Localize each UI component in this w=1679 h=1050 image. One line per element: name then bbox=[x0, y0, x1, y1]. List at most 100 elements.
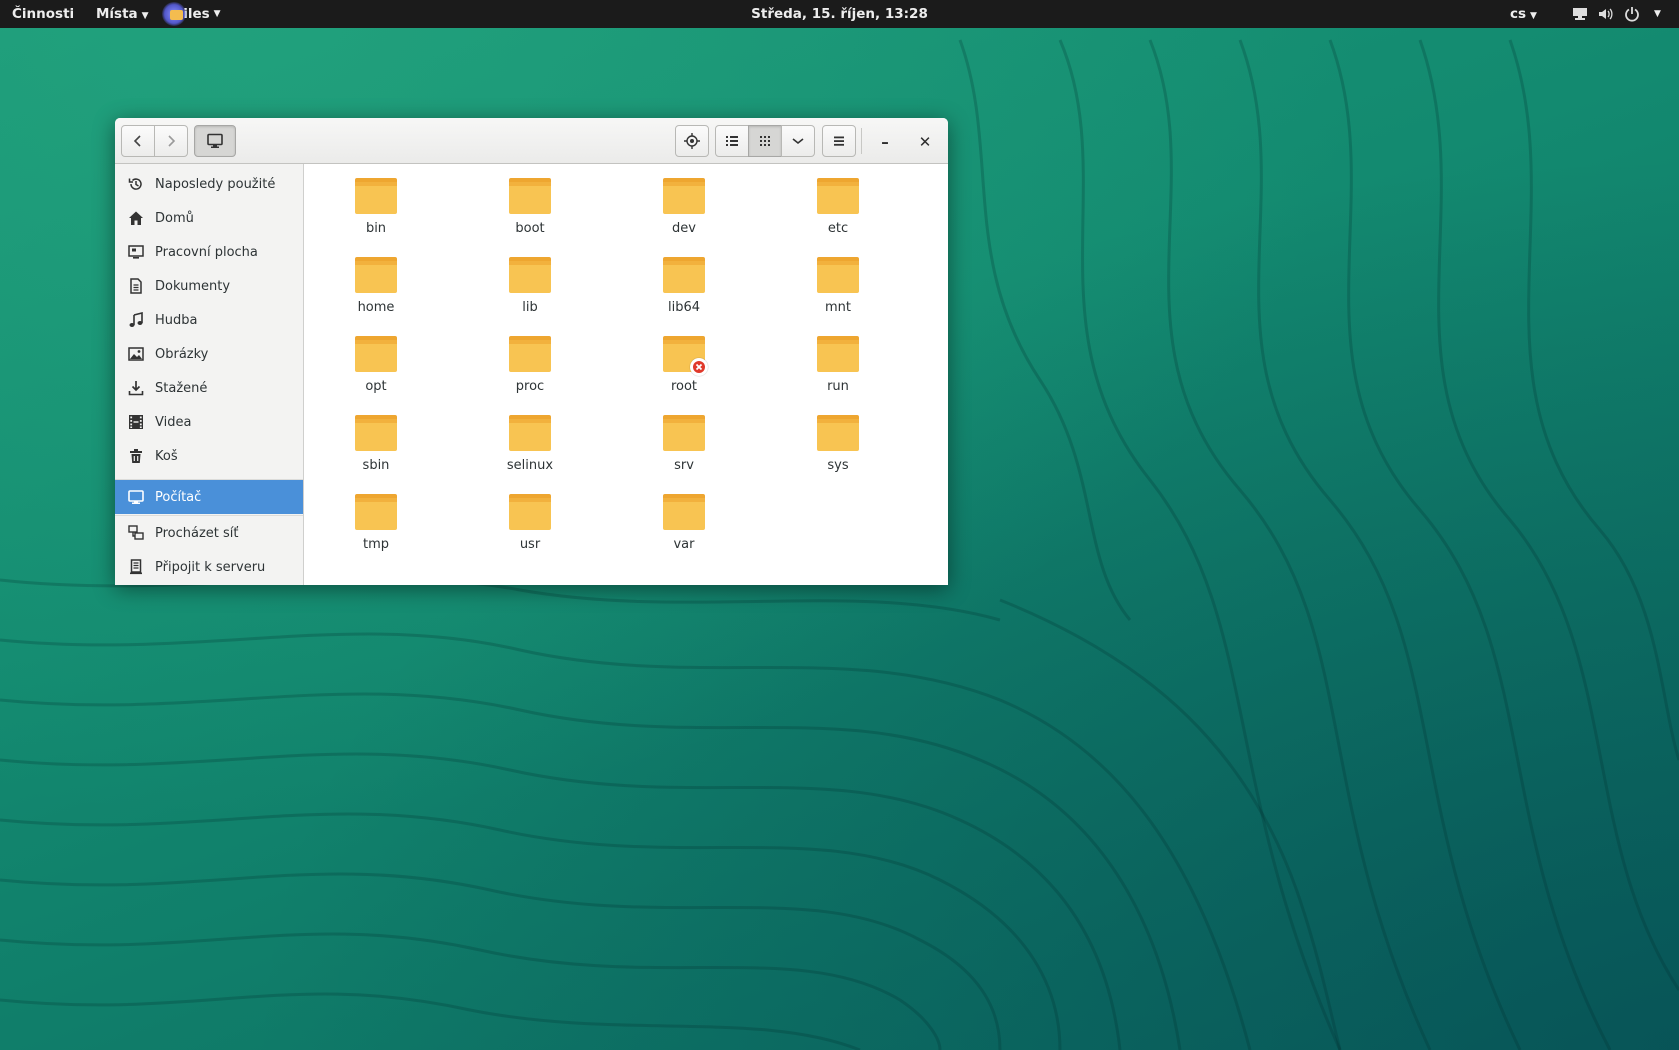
computer-icon bbox=[207, 133, 223, 148]
list-view-button[interactable] bbox=[715, 125, 749, 157]
folder-item[interactable]: home bbox=[316, 243, 436, 315]
caret-down-icon: ▼ bbox=[1654, 9, 1661, 19]
folder-item[interactable]: proc bbox=[470, 322, 590, 394]
minimize-button[interactable]: – bbox=[872, 129, 898, 155]
view-options-button[interactable] bbox=[781, 125, 815, 157]
chevron-down-icon bbox=[792, 138, 804, 145]
folder-item[interactable]: srv bbox=[624, 401, 744, 473]
file-name: sbin bbox=[362, 458, 390, 473]
system-menu[interactable]: ▼ bbox=[1572, 0, 1661, 28]
forward-button[interactable] bbox=[154, 125, 188, 157]
sidebar-item-label: Připojit k serveru bbox=[155, 559, 266, 575]
folder-icon bbox=[355, 494, 397, 530]
folder-item[interactable]: run bbox=[778, 322, 898, 394]
sidebar-item-label: Videa bbox=[155, 414, 192, 430]
hamburger-menu-icon bbox=[834, 136, 844, 146]
computer-icon bbox=[127, 488, 145, 506]
folder-item[interactable]: sbin bbox=[316, 401, 436, 473]
sidebar-item-label: Obrázky bbox=[155, 346, 209, 362]
folder-item[interactable]: lib bbox=[470, 243, 590, 315]
back-icon bbox=[133, 135, 141, 147]
sidebar-item-desktop[interactable]: Pracovní plocha bbox=[115, 236, 303, 268]
document-icon bbox=[127, 277, 145, 295]
home-icon bbox=[127, 209, 145, 227]
folder-icon bbox=[355, 415, 397, 451]
folder-icon bbox=[663, 494, 705, 530]
folder-icon bbox=[663, 415, 705, 451]
sidebar-item-music[interactable]: Hudba bbox=[115, 304, 303, 336]
folder-icon bbox=[817, 257, 859, 293]
sidebar-item-connect-server[interactable]: Připojit k serveru bbox=[115, 551, 303, 583]
download-icon bbox=[127, 379, 145, 397]
recent-icon bbox=[127, 175, 145, 193]
folder-item[interactable]: lib64 bbox=[624, 243, 744, 315]
sidebar-item-browse-network[interactable]: Procházet síť bbox=[115, 517, 303, 549]
folder-item[interactable]: tmp bbox=[316, 480, 436, 552]
language-indicator[interactable]: cs ▼ bbox=[1510, 0, 1537, 28]
sidebar-item-computer[interactable]: Počítač bbox=[115, 480, 303, 514]
desktop-icon bbox=[127, 243, 145, 261]
language-label: cs bbox=[1510, 6, 1527, 22]
folder-icon bbox=[509, 178, 551, 214]
clock[interactable]: Středa, 15. říjen, 13:28 bbox=[0, 0, 1679, 28]
folder-item[interactable]: boot bbox=[470, 164, 590, 236]
folder-item[interactable]: mnt bbox=[778, 243, 898, 315]
sidebar-item-trash[interactable]: Koš bbox=[115, 440, 303, 472]
back-button[interactable] bbox=[121, 125, 155, 157]
sidebar-item-label: Dokumenty bbox=[155, 278, 231, 294]
grid-view-button[interactable] bbox=[748, 125, 782, 157]
forward-icon bbox=[168, 135, 176, 147]
folder-icon bbox=[355, 336, 397, 372]
file-name: lib64 bbox=[667, 300, 701, 315]
folder-item[interactable]: bin bbox=[316, 164, 436, 236]
sidebar-item-downloads[interactable]: Stažené bbox=[115, 372, 303, 404]
app-menu-button[interactable] bbox=[822, 125, 856, 157]
sidebar-item-label: Počítač bbox=[155, 489, 202, 505]
trash-icon bbox=[127, 447, 145, 465]
file-name: selinux bbox=[506, 458, 554, 473]
folder-item[interactable]: opt bbox=[316, 322, 436, 394]
header-bar: – ✕ bbox=[115, 118, 948, 164]
folder-item[interactable]: etc bbox=[778, 164, 898, 236]
locate-icon bbox=[684, 133, 700, 149]
sidebar-item-recent[interactable]: Naposledy použité bbox=[115, 168, 303, 200]
file-name: home bbox=[357, 300, 395, 315]
sidebar-separator bbox=[115, 515, 303, 516]
sidebar-item-label: Koš bbox=[155, 448, 178, 464]
folder-icon bbox=[355, 178, 397, 214]
sidebar-item-label: Hudba bbox=[155, 312, 198, 328]
sidebar-item-label: Pracovní plocha bbox=[155, 244, 258, 260]
file-name: root bbox=[670, 379, 698, 394]
folder-item[interactable]: usr bbox=[470, 480, 590, 552]
folder-item[interactable]: root bbox=[624, 322, 744, 394]
close-button[interactable]: ✕ bbox=[912, 129, 938, 155]
folder-icon bbox=[355, 257, 397, 293]
sidebar-item-documents[interactable]: Dokumenty bbox=[115, 270, 303, 302]
sidebar-item-home[interactable]: Domů bbox=[115, 202, 303, 234]
file-name: var bbox=[673, 537, 695, 552]
sidebar-item-label: Stažené bbox=[155, 380, 208, 396]
location-computer-button[interactable] bbox=[194, 125, 236, 157]
folder-item[interactable]: sys bbox=[778, 401, 898, 473]
sidebar-item-pictures[interactable]: Obrázky bbox=[115, 338, 303, 370]
folder-item[interactable]: selinux bbox=[470, 401, 590, 473]
list-view-icon bbox=[726, 136, 738, 146]
file-name: opt bbox=[365, 379, 387, 394]
file-name: etc bbox=[827, 221, 849, 236]
folder-item[interactable]: var bbox=[624, 480, 744, 552]
server-icon bbox=[127, 558, 145, 576]
video-icon bbox=[127, 413, 145, 431]
file-name: mnt bbox=[825, 300, 851, 315]
grid-view-icon bbox=[760, 136, 770, 146]
sidebar-item-label: Naposledy použité bbox=[155, 176, 276, 192]
file-name: dev bbox=[672, 221, 696, 236]
folder-item[interactable]: dev bbox=[624, 164, 744, 236]
unreadable-icon bbox=[690, 358, 708, 376]
caret-down-icon: ▼ bbox=[1530, 11, 1537, 21]
locate-button[interactable] bbox=[675, 125, 709, 157]
file-name: lib bbox=[522, 300, 538, 315]
folder-icon bbox=[509, 415, 551, 451]
network-wired-icon bbox=[1573, 8, 1587, 20]
sidebar-item-videos[interactable]: Videa bbox=[115, 406, 303, 438]
close-icon: ✕ bbox=[918, 133, 932, 151]
